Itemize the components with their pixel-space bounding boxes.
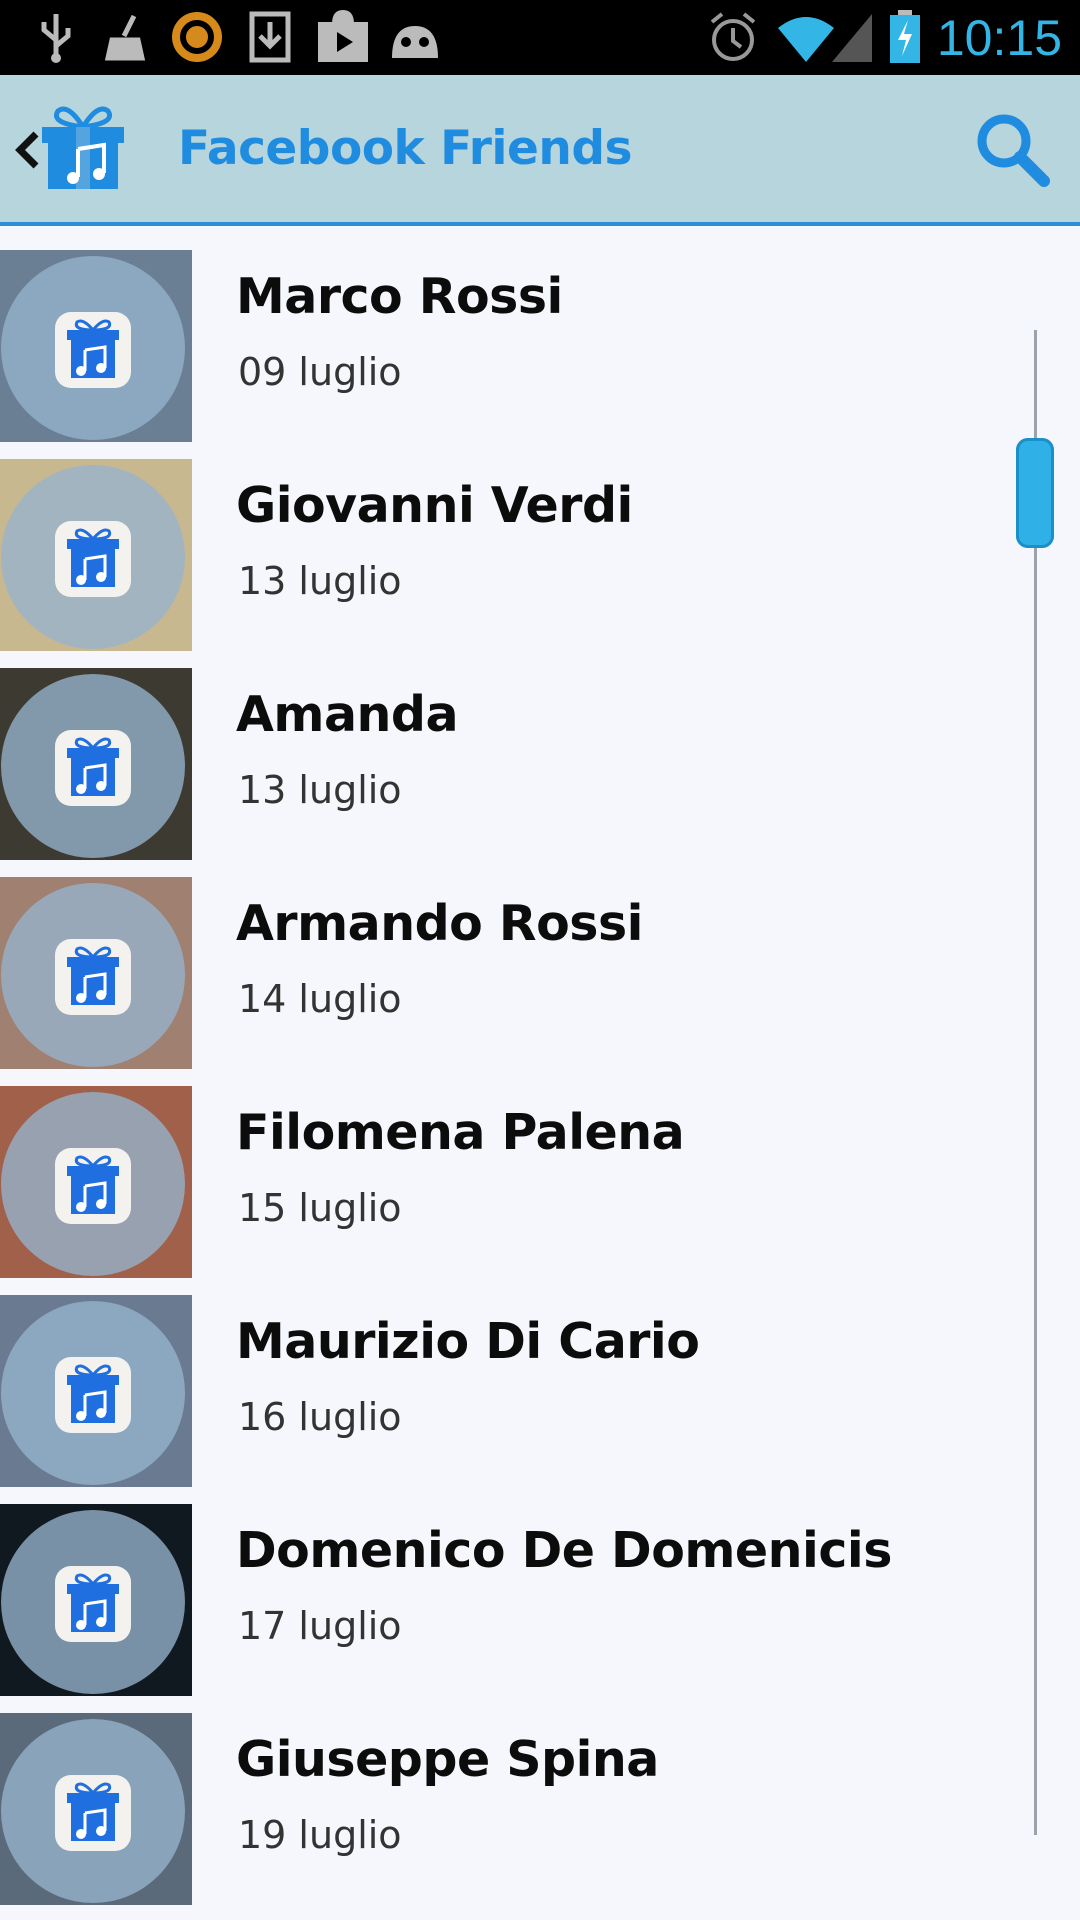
avatar xyxy=(0,877,192,1069)
app-notification-icon xyxy=(172,12,222,62)
back-arrow-icon[interactable] xyxy=(14,130,40,170)
list-item[interactable]: Giuseppe Spina 19 luglio xyxy=(0,1713,1080,1920)
status-time: 10:15 xyxy=(936,10,1062,66)
friend-name: Marco Rossi xyxy=(236,268,563,325)
friend-birthday: 16 luglio xyxy=(238,1395,402,1439)
action-bar: Facebook Friends xyxy=(0,75,1080,226)
list-item[interactable]: Giovanni Verdi 13 luglio xyxy=(0,459,1080,668)
alarm-icon xyxy=(710,12,756,61)
friend-name: Giuseppe Spina xyxy=(236,1731,659,1788)
wifi-icon xyxy=(778,17,834,62)
friend-birthday: 09 luglio xyxy=(238,350,402,394)
list-item[interactable]: Filomena Palena 15 luglio xyxy=(0,1086,1080,1295)
friend-birthday: 15 luglio xyxy=(238,1186,402,1230)
scrollbar-track xyxy=(1034,330,1037,1835)
friend-name: Filomena Palena xyxy=(236,1104,685,1161)
friend-name: Armando Rossi xyxy=(236,895,643,952)
friend-name: Domenico De Domenicis xyxy=(236,1522,892,1579)
list-item[interactable]: Armando Rossi 14 luglio xyxy=(0,877,1080,1086)
friend-list: Marco Rossi 09 luglio Giovanni Verdi 13 … xyxy=(0,250,1080,1920)
avatar xyxy=(0,668,192,860)
list-item[interactable]: Domenico De Domenicis 17 luglio xyxy=(0,1504,1080,1713)
android-icon xyxy=(392,26,438,58)
gift-music-icon xyxy=(55,939,131,1015)
gift-music-icon xyxy=(55,1357,131,1433)
gift-music-icon xyxy=(55,521,131,597)
friend-birthday: 13 luglio xyxy=(238,559,402,603)
avatar xyxy=(0,1504,192,1696)
battery-charging-icon xyxy=(890,10,920,63)
avatar xyxy=(0,1713,192,1905)
list-item[interactable]: Marco Rossi 09 luglio xyxy=(0,250,1080,459)
friend-birthday: 14 luglio xyxy=(238,977,402,1021)
friend-birthday: 19 luglio xyxy=(238,1813,402,1857)
play-store-icon xyxy=(318,10,368,62)
friend-name: Amanda xyxy=(236,686,459,743)
signal-icon xyxy=(832,14,872,62)
gift-music-icon xyxy=(55,1148,131,1224)
friend-name: Maurizio Di Cario xyxy=(236,1313,700,1370)
avatar xyxy=(0,459,192,651)
avatar xyxy=(0,1295,192,1487)
gift-music-icon xyxy=(55,1775,131,1851)
list-item[interactable]: Amanda 13 luglio xyxy=(0,668,1080,877)
gift-music-icon[interactable] xyxy=(38,101,128,191)
cleaner-icon xyxy=(104,14,146,61)
avatar xyxy=(0,250,192,442)
download-icon xyxy=(249,11,291,63)
gift-music-icon xyxy=(55,1566,131,1642)
avatar xyxy=(0,1086,192,1278)
search-icon[interactable] xyxy=(974,111,1050,187)
friend-name: Giovanni Verdi xyxy=(236,477,633,534)
status-bar: 10:15 xyxy=(0,0,1080,75)
gift-music-icon xyxy=(55,730,131,806)
screen: 10:15 Facebook Friends Marco Rossi 09 lu… xyxy=(0,0,1080,1920)
usb-icon xyxy=(41,14,71,63)
page-title: Facebook Friends xyxy=(178,121,633,176)
list-item[interactable]: Maurizio Di Cario 16 luglio xyxy=(0,1295,1080,1504)
scrollbar-thumb[interactable] xyxy=(1016,438,1054,548)
friend-birthday: 17 luglio xyxy=(238,1604,402,1648)
gift-music-icon xyxy=(55,312,131,388)
friend-birthday: 13 luglio xyxy=(238,768,402,812)
